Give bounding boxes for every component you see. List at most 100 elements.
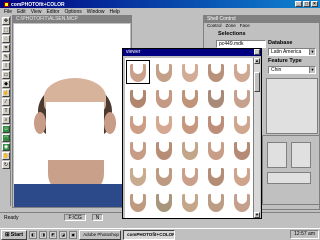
- select-tool-icon[interactable]: ⬚: [2, 26, 10, 34]
- chin-shape: [182, 116, 198, 134]
- chin-thumbnail[interactable]: [230, 190, 254, 214]
- chevron-down-icon[interactable]: ▼: [309, 67, 315, 73]
- hair-tool-icon[interactable]: ◠: [2, 134, 10, 142]
- chin-thumbnail[interactable]: [230, 112, 254, 136]
- menu-view[interactable]: View: [31, 9, 42, 15]
- face-canvas[interactable]: [14, 24, 130, 207]
- chin-thumbnail[interactable]: [178, 60, 202, 84]
- chin-thumbnail[interactable]: [126, 190, 150, 214]
- app-icon[interactable]: [4, 2, 9, 7]
- chin-thumbnail[interactable]: [152, 60, 176, 84]
- move-tool-icon[interactable]: ✥: [2, 17, 10, 25]
- feature-type-value: Chin: [271, 67, 282, 73]
- chin-thumbnail[interactable]: [152, 138, 176, 162]
- chin-thumbnail[interactable]: [178, 86, 202, 110]
- chin-thumbnail[interactable]: [152, 164, 176, 188]
- chin-shape: [130, 116, 146, 134]
- viewer-title-bar: viewer ×: [123, 49, 261, 56]
- strip-thumb-2[interactable]: [291, 142, 311, 168]
- chin-thumbnail[interactable]: [126, 138, 150, 162]
- app-title: comPHOTOfit+COLOR: [11, 1, 65, 8]
- chin-shape: [156, 90, 172, 108]
- text-tool-icon[interactable]: T: [2, 107, 10, 115]
- panel-menu-zone[interactable]: Zone: [226, 23, 236, 29]
- chevron-down-icon[interactable]: ▼: [309, 49, 315, 55]
- chin-thumbnail[interactable]: [152, 86, 176, 110]
- task-comphotofit[interactable]: comPHOTOfit+COLOR: [123, 229, 176, 240]
- chin-thumbnail[interactable]: [126, 60, 150, 84]
- chin-thumbnail[interactable]: [230, 86, 254, 110]
- chin-shape: [182, 64, 198, 82]
- maximize-button[interactable]: □: [303, 1, 310, 7]
- feature-tool-icon[interactable]: ☺: [2, 125, 10, 133]
- chin-shape: [156, 64, 172, 82]
- chin-thumbnail[interactable]: [126, 112, 150, 136]
- close-button[interactable]: ×: [311, 1, 318, 7]
- chin-thumbnail[interactable]: [178, 138, 202, 162]
- menu-options[interactable]: Options: [65, 9, 82, 15]
- lasso-tool-icon[interactable]: ◌: [2, 35, 10, 43]
- menu-window[interactable]: Window: [87, 9, 105, 15]
- menu-help[interactable]: Help: [110, 9, 120, 15]
- quicklaunch-icon-5[interactable]: ▣: [69, 230, 78, 239]
- status-ready: Ready: [4, 214, 19, 221]
- zoom-tool-icon[interactable]: ⌕: [2, 116, 10, 124]
- viewer-scrollbar[interactable]: ▲ ▼: [253, 58, 260, 218]
- selection-field[interactable]: pc449.mdk: [216, 40, 266, 48]
- minimize-button[interactable]: _: [295, 1, 302, 7]
- database-select[interactable]: Latin America ▼: [268, 48, 316, 56]
- viewer-window: viewer × ▲ ▼: [122, 48, 262, 219]
- document-title: C:\PHOTOFIT\ALSEN.MCP: [13, 16, 131, 23]
- hand-tool-icon[interactable]: ✋: [2, 152, 10, 160]
- chin-thumbnail[interactable]: [178, 112, 202, 136]
- quicklaunch-icon-3[interactable]: ◩: [49, 230, 58, 239]
- chin-thumbnail[interactable]: [204, 138, 228, 162]
- quicklaunch-icon-4[interactable]: ◪: [59, 230, 68, 239]
- chin-thumbnail[interactable]: [152, 190, 176, 214]
- quicklaunch-icon-1[interactable]: ◧: [29, 230, 38, 239]
- strip-slider[interactable]: [267, 172, 311, 184]
- windows-logo-icon: ⊞: [5, 231, 10, 238]
- eraser-tool-icon[interactable]: ▭: [2, 71, 10, 79]
- scroll-up-icon[interactable]: ▲: [254, 58, 260, 64]
- chin-thumbnail[interactable]: [204, 60, 228, 84]
- face-redaction: [46, 102, 104, 160]
- chin-thumbnail[interactable]: [230, 60, 254, 84]
- menu-file[interactable]: File: [4, 9, 12, 15]
- feature-type-select[interactable]: Chin ▼: [268, 66, 316, 74]
- start-button[interactable]: ⊞ Start: [1, 229, 28, 240]
- menu-editor[interactable]: Editor: [46, 9, 59, 15]
- chin-thumbnail[interactable]: [230, 138, 254, 162]
- fill-tool-icon[interactable]: ◆: [2, 80, 10, 88]
- panel-menu-control[interactable]: Control: [207, 23, 222, 29]
- chin-thumbnail[interactable]: [178, 190, 202, 214]
- rotate-tool-icon[interactable]: ↻: [2, 161, 10, 169]
- smudge-tool-icon[interactable]: ☝: [2, 89, 10, 97]
- chin-thumbnail[interactable]: [204, 164, 228, 188]
- strip-thumb-1[interactable]: [267, 142, 287, 168]
- chin-thumbnail[interactable]: [204, 112, 228, 136]
- face-tool-icon[interactable]: ◉: [2, 143, 10, 151]
- quicklaunch-icon-2[interactable]: ◨: [39, 230, 48, 239]
- task-photoshop[interactable]: Adobe Photoshop: [79, 229, 122, 240]
- preview-box: [266, 78, 318, 134]
- chin-thumbnail[interactable]: [178, 164, 202, 188]
- pencil-tool-icon[interactable]: ✎: [2, 53, 10, 61]
- chin-thumbnail[interactable]: [204, 190, 228, 214]
- chin-thumbnail[interactable]: [126, 86, 150, 110]
- brush-tool-icon[interactable]: ǀ: [2, 62, 10, 70]
- chin-thumbnail[interactable]: [204, 86, 228, 110]
- eyedropper-tool-icon[interactable]: ⁄: [2, 98, 10, 106]
- close-icon[interactable]: ×: [254, 49, 260, 55]
- scroll-thumb[interactable]: [254, 72, 260, 92]
- crop-tool-icon[interactable]: ⌗: [2, 44, 10, 52]
- menu-edit[interactable]: Edit: [17, 9, 26, 15]
- database-label: Database: [268, 40, 293, 46]
- panel-menu-face[interactable]: Face: [240, 23, 250, 29]
- chin-thumbnail[interactable]: [152, 112, 176, 136]
- chin-thumbnail[interactable]: [230, 164, 254, 188]
- scroll-down-icon[interactable]: ▼: [254, 212, 260, 218]
- status-field-2: N: [91, 214, 104, 221]
- chin-thumbnail[interactable]: [126, 164, 150, 188]
- chin-shape: [234, 194, 250, 212]
